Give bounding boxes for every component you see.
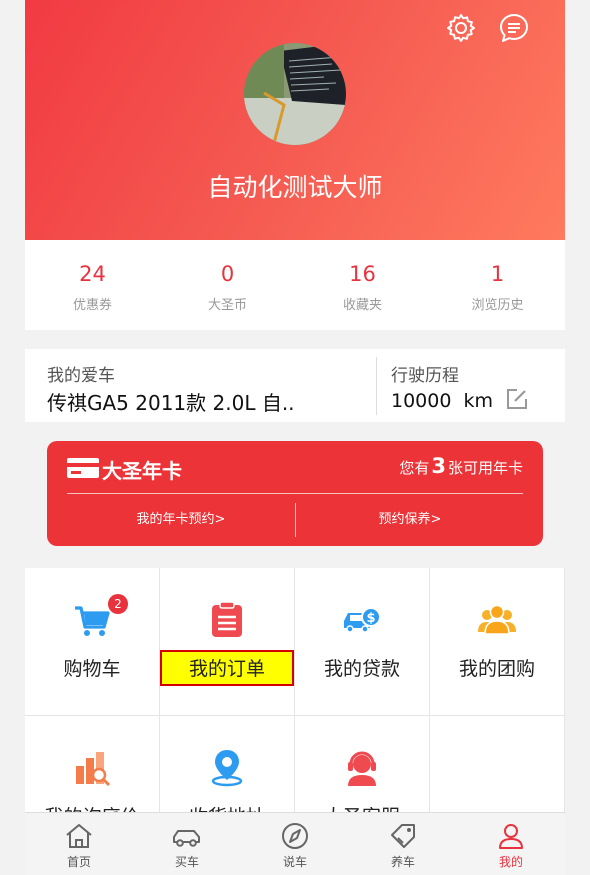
annual-card: 大圣年卡 您有3 张可用年卡 我的年卡预约> 预约保养> (47, 441, 543, 546)
username: 自动化测试大师 (207, 173, 383, 202)
function-grid: 2 购物车 我的订单 $ 我的贷款 我的团购 (25, 568, 565, 864)
user-icon (499, 824, 523, 849)
car-loan-icon: $ (344, 607, 381, 633)
edit-icon[interactable] (505, 387, 529, 411)
avail-prefix: 您有 (399, 459, 430, 477)
grid-item-orders[interactable]: 我的订单 (160, 568, 295, 716)
avatar[interactable] (244, 43, 346, 145)
maintenance-booking-link[interactable]: 预约保养> (296, 508, 524, 527)
home-icon (66, 824, 92, 848)
my-car-label: 我的爱车 (47, 366, 115, 386)
stat-value: 1 (490, 262, 505, 286)
tab-maintenance[interactable]: 养车 (349, 813, 457, 875)
clipboard-icon (212, 601, 242, 637)
cart-count-badge: 2 (108, 594, 128, 614)
grid-item-cart[interactable]: 2 购物车 (25, 568, 160, 716)
compass-icon (282, 823, 308, 849)
group-icon (478, 604, 516, 635)
mileage-value: 10000 km (391, 390, 494, 412)
price-chart-icon (76, 752, 111, 787)
tab-talk-car[interactable]: 说车 (241, 813, 349, 875)
grid-item-loans[interactable]: $ 我的贷款 (295, 568, 430, 716)
tab-home[interactable]: 首页 (25, 813, 133, 875)
tab-label: 我的 (498, 855, 523, 869)
annual-card-booking-link[interactable]: 我的年卡预约> (67, 508, 295, 527)
tag-icon (391, 824, 415, 848)
gear-icon[interactable] (445, 12, 477, 44)
stat-value: 0 (220, 262, 235, 286)
stat-value: 24 (79, 262, 106, 286)
stats-bar: 24 优惠券 0 大圣币 16 收藏夹 1 浏览历史 (25, 240, 565, 330)
stat-coupons[interactable]: 24 优惠券 (25, 240, 160, 330)
grid-item-label: 我的贷款 (323, 658, 400, 680)
tab-label: 养车 (390, 855, 415, 869)
customer-service-icon (348, 751, 376, 786)
location-pin-icon (211, 750, 243, 787)
my-car-value[interactable]: 传祺GA5 2011款 2.0L 自.. (47, 387, 367, 416)
annual-card-available: 您有3 张可用年卡 (399, 454, 523, 478)
tab-mine[interactable]: 我的 (457, 813, 565, 875)
stat-label: 收藏夹 (342, 298, 382, 313)
grid-item-label: 购物车 (63, 658, 121, 680)
avail-count: 3 (431, 454, 446, 478)
my-car-panel: 我的爱车 传祺GA5 2011款 2.0L 自.. 行驶历程 10000 km (25, 349, 565, 422)
tab-label: 说车 (282, 855, 307, 869)
stat-label: 优惠券 (72, 298, 112, 313)
stat-value: 16 (349, 262, 376, 286)
stat-coins[interactable]: 0 大圣币 (160, 240, 295, 330)
tab-buy-car[interactable]: 买车 (133, 813, 241, 875)
annual-card-title: 大圣年卡 (102, 459, 182, 483)
grid-item-label: 我的团购 (458, 658, 535, 680)
card-icon (67, 458, 99, 478)
stat-history[interactable]: 1 浏览历史 (430, 240, 565, 330)
stat-label: 浏览历史 (471, 298, 524, 313)
tab-label: 首页 (66, 855, 91, 869)
bottom-tab-bar: 首页 买车 说车 养车 我的 (25, 812, 565, 875)
stat-favorites[interactable]: 16 收藏夹 (295, 240, 430, 330)
car-icon (173, 830, 200, 847)
mileage-label: 行驶历程 (391, 366, 459, 386)
stat-label: 大圣币 (207, 298, 247, 313)
shopping-cart-icon (75, 606, 110, 636)
grid-item-group-buy[interactable]: 我的团购 (430, 568, 565, 716)
avail-suffix: 张可用年卡 (447, 459, 523, 477)
svg-text:$: $ (366, 611, 375, 626)
tab-label: 买车 (174, 855, 199, 869)
message-icon[interactable] (498, 12, 530, 44)
grid-item-label: 我的订单 (188, 658, 265, 680)
divider (67, 493, 523, 494)
profile-header: 自动化测试大师 (25, 0, 565, 240)
divider (376, 357, 377, 415)
app-root: 自动化测试大师 24 优惠券 0 大圣币 16 收藏夹 1 浏览历史 我的爱车 … (25, 0, 565, 875)
